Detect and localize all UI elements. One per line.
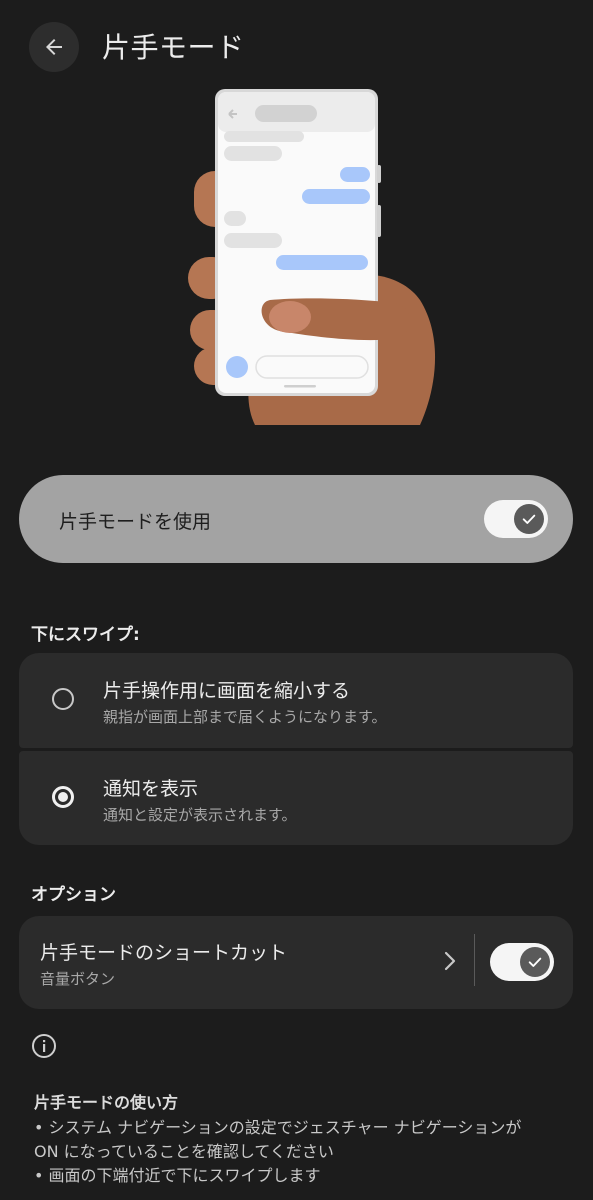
info-icon — [32, 1034, 56, 1058]
swipe-section-header: 下にスワイプ: — [31, 625, 140, 645]
one-handed-shortcut-row[interactable]: 片手モードのショートカット 音量ボタン — [19, 916, 573, 1009]
one-handed-mode-toggle-label: 片手モードを使用 — [59, 511, 212, 533]
hand-holding-phone-illustration — [188, 89, 436, 425]
shortcut-subtitle: 音量ボタン — [40, 970, 116, 988]
option-subtitle: 親指が画面上部まで届くようになります。 — [103, 708, 387, 726]
switch-knob — [514, 504, 544, 534]
arrow-left-icon — [46, 39, 62, 55]
back-button[interactable] — [29, 22, 79, 72]
radio-button-selected[interactable] — [52, 786, 74, 808]
radio-button-unselected[interactable] — [52, 688, 74, 710]
vertical-divider — [474, 934, 475, 986]
check-icon — [528, 957, 542, 967]
info-line: • 画面の下端付近で下にスワイプします — [34, 1166, 321, 1185]
page-title: 片手モード — [102, 31, 245, 64]
option-title: 通知を表示 — [103, 778, 199, 800]
one-handed-mode-switch[interactable] — [484, 500, 548, 538]
switch-knob — [520, 947, 550, 977]
option-subtitle: 通知と設定が表示されます。 — [103, 806, 297, 824]
option-show-notifications[interactable]: 通知を表示 通知と設定が表示されます。 — [19, 751, 573, 845]
info-line: ON になっていることを確認してください — [34, 1142, 334, 1161]
shortcut-switch[interactable] — [490, 943, 554, 981]
chevron-right-icon[interactable] — [443, 950, 457, 972]
check-icon — [522, 514, 536, 524]
options-section-header: オプション — [31, 885, 116, 905]
info-title: 片手モードの使い方 — [34, 1093, 179, 1112]
option-shrink-screen[interactable]: 片手操作用に画面を縮小する 親指が画面上部まで届くようになります。 — [19, 653, 573, 748]
info-line: • システム ナビゲーションの設定でジェスチャー ナビゲーションが — [34, 1118, 522, 1137]
one-handed-mode-toggle-row[interactable]: 片手モードを使用 — [19, 475, 573, 563]
option-title: 片手操作用に画面を縮小する — [103, 680, 351, 702]
shortcut-title: 片手モードのショートカット — [40, 942, 288, 964]
